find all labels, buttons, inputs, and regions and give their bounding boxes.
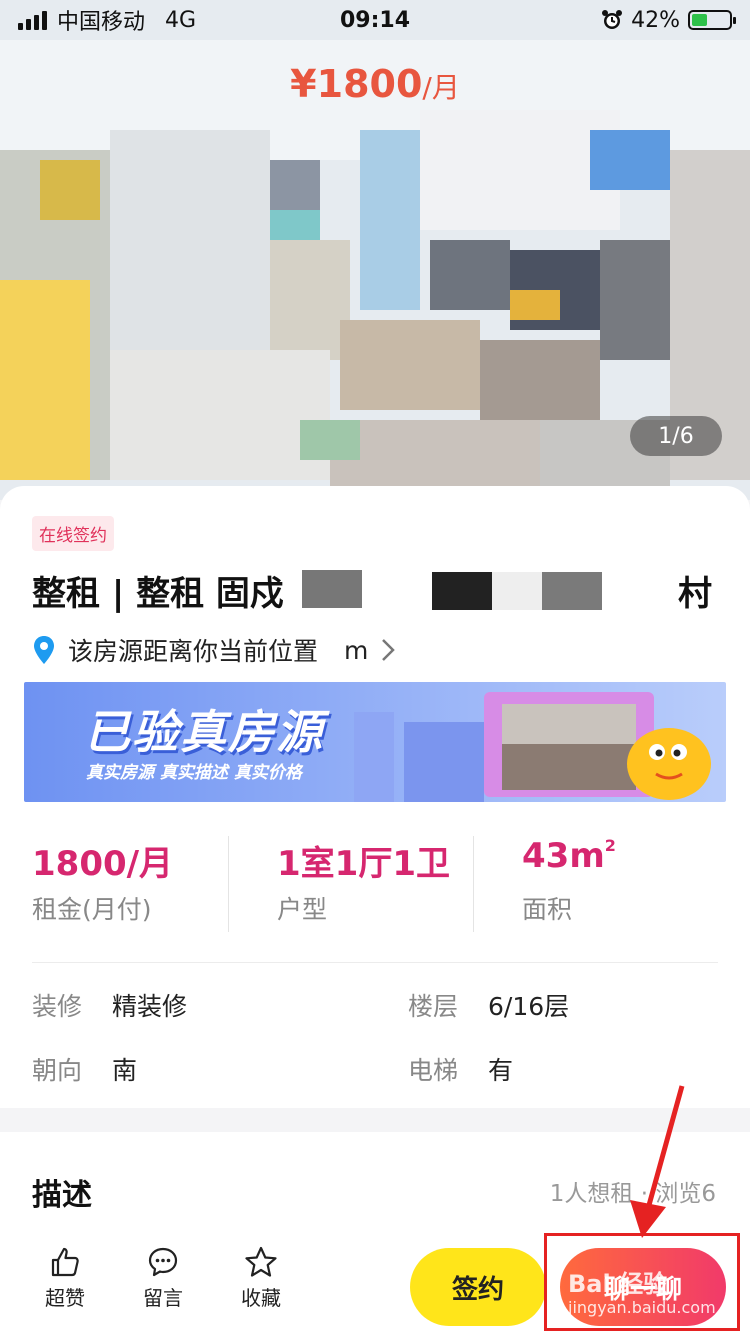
thumbs-up-icon [51,1247,79,1277]
like-button[interactable]: 超赞 [30,1246,100,1311]
banner-title: 已验真房源 [84,705,324,759]
listing-title: 整租 | 整租 固戍 村 [32,566,722,615]
distance-text: 该房源距离你当前位置 [68,637,319,666]
sign-contract-button[interactable]: 签约 [410,1248,546,1326]
redacted-block [542,572,602,610]
online-sign-tag: 在线签约 [32,516,114,551]
stat-area: 43m2 面积 [473,836,718,932]
stat-layout: 1室1厅1卫 户型 [228,836,473,932]
listing-card: 在线签约 整租 | 整租 固戍 村 该房源距离你当前位置 m 已验真房源 真实房… [0,486,750,1108]
hero-photo[interactable]: ¥1800/月 1/6 [0,0,750,500]
attr-decoration: 装修 精装修 [32,992,188,1021]
star-icon [245,1246,277,1277]
stat-rent: 1800/月 租金(月付) [32,844,174,924]
distance-row[interactable]: 该房源距离你当前位置 m [32,632,396,668]
attr-orientation: 朝向南 [32,1056,138,1085]
key-stats: 1800/月 租金(月付) 1室1厅1卫 户型 43m2 面积 [32,836,718,932]
redacted-block [432,572,492,610]
redacted-block [492,572,542,610]
carrier-name: 中国移动 [57,10,146,35]
comment-icon [148,1247,178,1277]
redacted-block [302,570,362,608]
network-type: 4G [165,7,197,33]
status-bar: 中国移动 4G 09:14 42% [0,0,750,40]
divider [32,962,718,963]
favorite-button[interactable]: 收藏 [226,1246,296,1311]
attr-floor: 楼层 6/16层 [408,992,570,1021]
photo-counter: 1/6 [630,416,722,456]
attribute-grid: 装修 精装修 楼层 6/16层 朝向南 电梯有 [32,988,718,1086]
view-stats: 1人想租 · 浏览6 [549,1181,716,1207]
verified-listing-banner[interactable]: 已验真房源 真实房源 真实描述 真实价格 [24,682,726,802]
attr-elevator: 电梯有 [408,1056,514,1085]
chat-button[interactable]: 聊一聊 [560,1248,726,1326]
distance-unit: m [344,635,369,665]
battery-icon [688,10,736,30]
location-pin-icon [34,636,54,664]
bottom-action-bar: 超赞 留言 收藏 签约 聊一聊 [0,1232,750,1334]
banner-subtitle: 真实房源 真实描述 真实价格 [86,763,302,783]
hero-price: ¥1800/月 [290,62,460,106]
description-title: 描述 [32,1178,92,1213]
chevron-right-icon [382,639,396,661]
comment-button[interactable]: 留言 [128,1246,198,1311]
signal-icon [18,10,47,30]
alarm-icon [602,10,623,29]
battery-percent: 42% [631,7,680,33]
